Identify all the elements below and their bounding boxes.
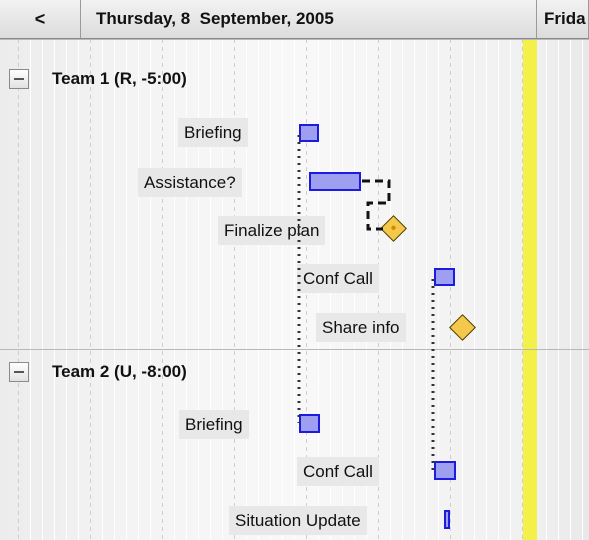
current-day-header: Thursday, 8 September, 2005	[81, 0, 537, 39]
next-day-header[interactable]: Frida	[537, 0, 589, 39]
dependency-links	[297, 135, 435, 471]
previous-day-button[interactable]: <	[0, 0, 81, 39]
timeline-area: Team 1 (R, -5:00) Briefing Assistance? F…	[0, 39, 589, 540]
chevron-left-icon: <	[34, 9, 46, 29]
next-day-label: Frida	[544, 9, 586, 28]
gantt-chart: < Thursday, 8 September, 2005 Frida Team…	[0, 0, 589, 540]
current-day-label: Thursday, 8 September, 2005	[96, 9, 334, 28]
dependency-link	[362, 179, 391, 231]
